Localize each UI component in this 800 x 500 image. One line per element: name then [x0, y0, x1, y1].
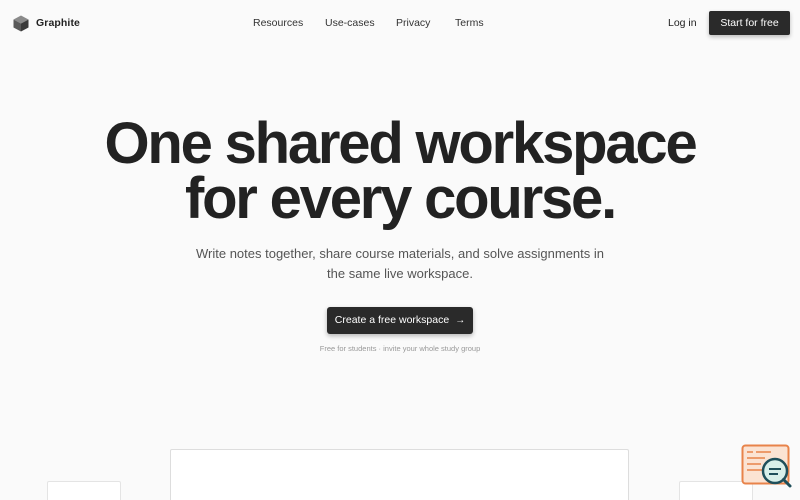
- nav-item-terms[interactable]: Terms: [455, 16, 484, 30]
- help-widget[interactable]: [741, 444, 793, 490]
- nav-item-use-cases[interactable]: Use-cases: [325, 16, 375, 30]
- search-chat-icon: [741, 444, 792, 488]
- create-workspace-button[interactable]: Create a free workspace →: [327, 307, 473, 334]
- arrow-right-icon: →: [455, 315, 466, 326]
- nav-item-privacy[interactable]: Privacy: [396, 16, 430, 30]
- workspace-preview: [170, 449, 629, 500]
- login-link[interactable]: Log in: [668, 16, 697, 30]
- hero-title-line-1: One shared workspace: [104, 111, 697, 176]
- create-workspace-label: Create a free workspace: [334, 314, 450, 326]
- preview-card-left: [47, 481, 121, 500]
- hero-title-line-2: for every course.: [184, 166, 617, 231]
- hero-title: One shared workspace for every course.: [0, 111, 800, 231]
- site-header: Graphite Resources Use-cases Privacy Ter…: [0, 0, 800, 46]
- nav-item-resources[interactable]: Resources: [253, 16, 303, 30]
- start-for-free-button[interactable]: Start for free: [709, 11, 790, 35]
- hero-note: Free for students · invite your whole st…: [319, 344, 481, 353]
- hero-subtitle: Write notes together, share course mater…: [195, 246, 605, 281]
